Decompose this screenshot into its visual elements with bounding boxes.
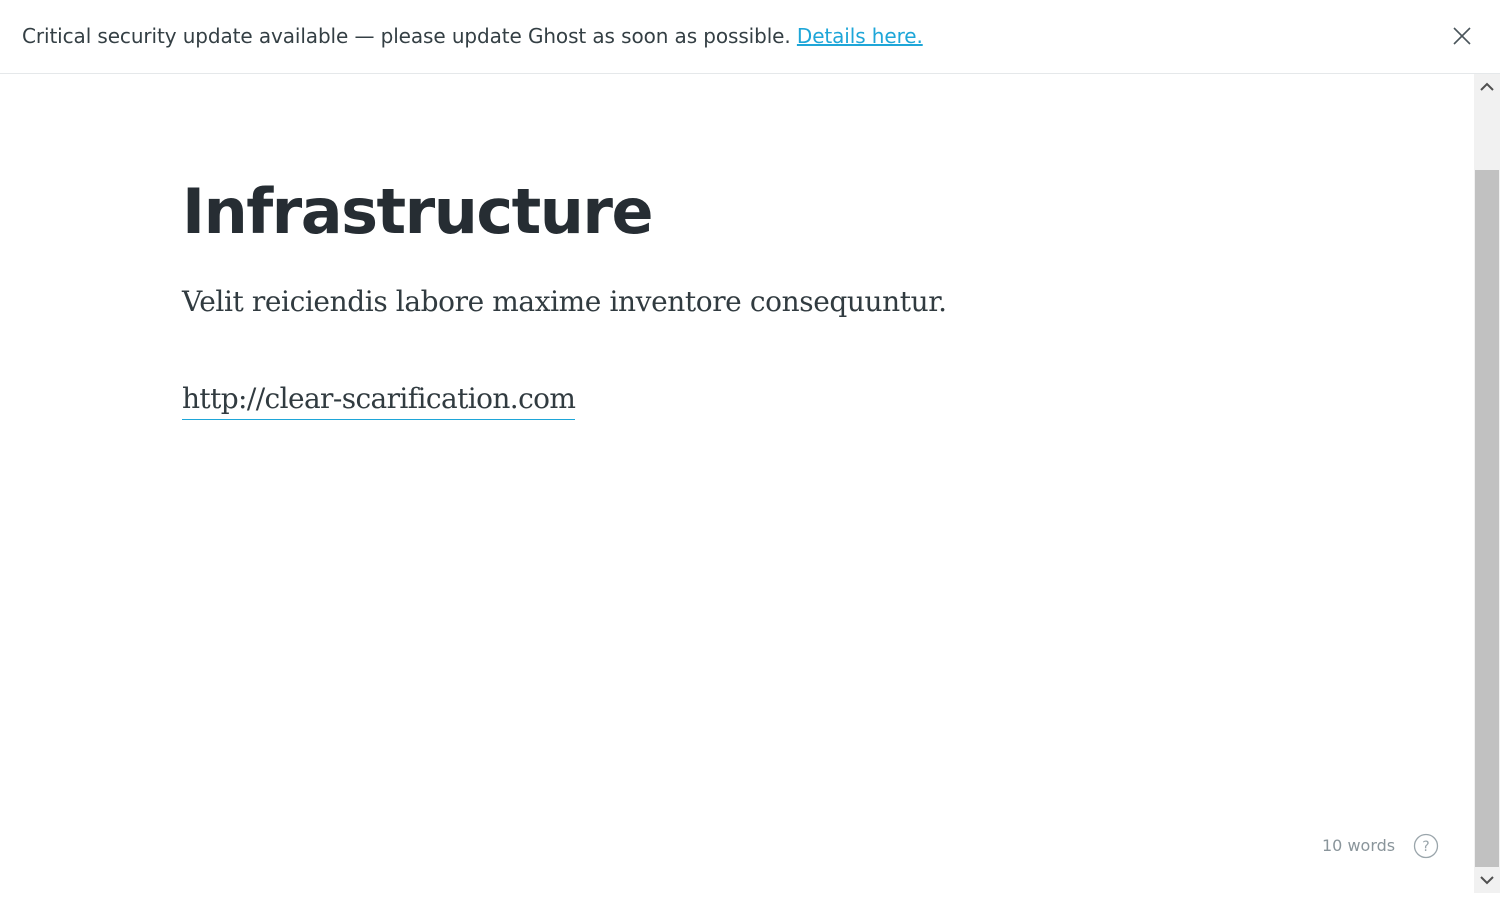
post-title[interactable]: Infrastructure xyxy=(182,172,654,252)
post-editor[interactable]: Infrastructure Velit reiciendis labore m… xyxy=(0,74,1474,893)
post-paragraph[interactable]: Velit reiciendis labore maxime inventore… xyxy=(182,282,947,322)
word-count: 10 words xyxy=(1322,836,1396,855)
chevron-up-icon[interactable] xyxy=(1474,74,1500,100)
banner-message-line: Critical security update available — ple… xyxy=(22,24,923,48)
close-icon[interactable] xyxy=(1450,24,1474,48)
chevron-down-icon[interactable] xyxy=(1474,867,1500,893)
notification-banner: Critical security update available — ple… xyxy=(0,0,1500,74)
post-link[interactable]: http://clear-scarification.com xyxy=(182,379,576,420)
scrollbar-thumb[interactable] xyxy=(1475,170,1499,867)
banner-message: Critical security update available — ple… xyxy=(22,24,791,48)
help-question-icon[interactable]: ? xyxy=(1413,833,1439,859)
vertical-scrollbar[interactable] xyxy=(1474,74,1500,893)
banner-details-link[interactable]: Details here. xyxy=(797,24,923,48)
svg-text:?: ? xyxy=(1422,839,1429,855)
